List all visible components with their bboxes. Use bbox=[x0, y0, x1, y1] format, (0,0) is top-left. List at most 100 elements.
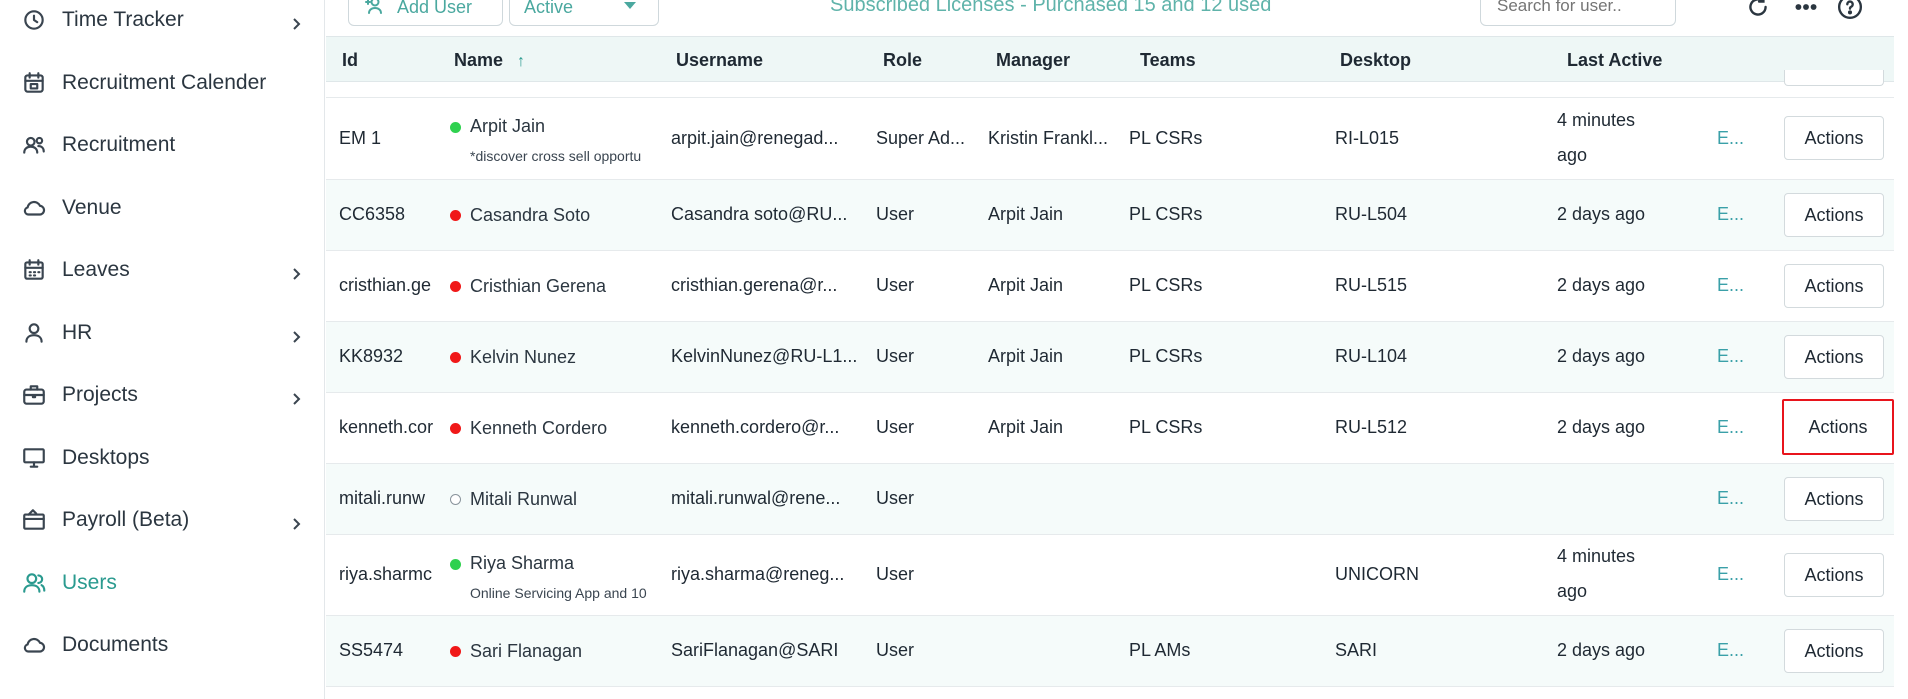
sidebar-item-venue[interactable]: Venue bbox=[0, 180, 325, 236]
add-user-button[interactable]: Add User bbox=[348, 0, 503, 26]
status-offline-icon bbox=[450, 210, 461, 221]
table-row[interactable]: KK8932 Kelvin Nunez KelvinNunez@RU-L1...… bbox=[326, 322, 1894, 393]
calendar-icon bbox=[20, 69, 48, 97]
cell-username: arpit.jain@renegad... bbox=[671, 128, 839, 148]
cell-desktop: SARI bbox=[1335, 640, 1378, 660]
sidebar-item-label: Recruitment Calender bbox=[62, 71, 267, 94]
user-name: Cristhian Gerena bbox=[470, 276, 607, 296]
cell-id: kenneth.cor bbox=[339, 417, 434, 437]
table-header: Id Name ↑ Username Role Manager Teams Des… bbox=[326, 36, 1894, 82]
column-header-id[interactable]: Id bbox=[342, 37, 358, 83]
sidebar-item-payroll[interactable]: Payroll (Beta) bbox=[0, 492, 325, 548]
cell-desktop: RU-L512 bbox=[1335, 417, 1408, 437]
caret-down-icon bbox=[624, 2, 636, 9]
actions-button[interactable]: Actions bbox=[1784, 193, 1884, 237]
actions-button[interactable]: Actions bbox=[1782, 399, 1894, 455]
sidebar-item-time-tracker[interactable]: Time Tracker bbox=[0, 0, 325, 48]
user-name: Sari Flanagan bbox=[470, 641, 583, 661]
table-row[interactable]: EM 1 Arpit Jain *discover cross sell opp… bbox=[326, 98, 1894, 180]
column-header-last-active[interactable]: Last Active bbox=[1567, 37, 1662, 83]
licenses-summary: Subscribed Licenses - Purchased 15 and 1… bbox=[830, 0, 1272, 16]
actions-button[interactable]: Actions bbox=[1784, 477, 1884, 521]
users-icon bbox=[20, 569, 48, 597]
cell-desktop: UNICORN bbox=[1335, 564, 1419, 584]
table-row[interactable]: cristhian.ge Cristhian Gerena cristhian.… bbox=[326, 251, 1894, 322]
cell-username: riya.sharma@reneg... bbox=[671, 564, 845, 584]
edit-link[interactable]: E... bbox=[1717, 417, 1744, 438]
cell-username: Casandra soto@RU... bbox=[671, 204, 848, 224]
column-header-teams[interactable]: Teams bbox=[1140, 37, 1196, 83]
edit-link[interactable]: E... bbox=[1717, 564, 1744, 585]
table-row-partial bbox=[326, 70, 1894, 98]
edit-link[interactable]: E... bbox=[1717, 346, 1744, 367]
sidebar-item-desktops[interactable]: Desktops bbox=[0, 430, 325, 486]
edit-link[interactable]: E... bbox=[1717, 204, 1744, 225]
sidebar-item-recruitment-calender[interactable]: Recruitment Calender bbox=[0, 55, 325, 111]
sidebar-item-hr[interactable]: HR bbox=[0, 305, 325, 361]
status-filter-select[interactable]: Active bbox=[509, 0, 659, 26]
actions-button[interactable]: Actions bbox=[1784, 116, 1884, 160]
sidebar-item-label: Time Tracker bbox=[62, 8, 184, 31]
edit-link[interactable]: E... bbox=[1717, 128, 1744, 149]
add-user-label: Add User bbox=[397, 0, 473, 17]
cell-desktop: RU-L104 bbox=[1335, 346, 1408, 366]
status-offline-icon bbox=[450, 352, 461, 363]
chevron-right-icon bbox=[289, 513, 303, 530]
user-note: Online Servicing App and 10 bbox=[470, 585, 647, 601]
cell-manager: Arpit Jain bbox=[988, 204, 1064, 224]
calendar-grid-icon bbox=[20, 256, 48, 284]
cell-desktop: RU-L515 bbox=[1335, 275, 1408, 295]
actions-button[interactable]: Actions bbox=[1784, 335, 1884, 379]
actions-button-partial[interactable] bbox=[1784, 70, 1884, 86]
table-row[interactable]: mitali.runw Mitali Runwal mitali.runwal@… bbox=[326, 464, 1894, 535]
column-header-manager[interactable]: Manager bbox=[996, 37, 1070, 83]
cell-role: Super Ad... bbox=[876, 128, 966, 148]
edit-link[interactable]: E... bbox=[1717, 275, 1744, 296]
status-filter-value: Active bbox=[524, 0, 574, 17]
column-header-username[interactable]: Username bbox=[676, 37, 763, 83]
column-header-name[interactable]: Name ↑ bbox=[454, 37, 525, 83]
table-row[interactable]: kenneth.cor Kenneth Cordero kenneth.cord… bbox=[326, 393, 1894, 464]
sidebar-item-documents[interactable]: Documents bbox=[0, 617, 325, 673]
cell-id: mitali.runw bbox=[339, 488, 426, 508]
briefcase-icon bbox=[20, 381, 48, 409]
more-options-icon[interactable] bbox=[1791, 0, 1821, 22]
sidebar-item-label: Payroll (Beta) bbox=[62, 508, 190, 531]
cell-role: User bbox=[876, 564, 915, 584]
edit-link[interactable]: E... bbox=[1717, 640, 1744, 661]
actions-button[interactable]: Actions bbox=[1784, 553, 1884, 597]
actions-button[interactable]: Actions bbox=[1784, 629, 1884, 673]
sidebar-item-projects[interactable]: Projects bbox=[0, 367, 325, 423]
sidebar: Time Tracker Recruitment Calender Recrui… bbox=[0, 0, 325, 699]
cell-last-active: 2 days ago bbox=[1557, 640, 1646, 660]
sidebar-item-leaves[interactable]: Leaves bbox=[0, 242, 325, 298]
sort-ascending-icon[interactable]: ↑ bbox=[517, 39, 525, 85]
table-row[interactable]: SS5474 Sari Flanagan SariFlanagan@SARI U… bbox=[326, 616, 1894, 687]
sidebar-item-label: Desktops bbox=[62, 446, 150, 469]
table-scrollbar-track[interactable] bbox=[1894, 36, 1908, 699]
cell-teams: PL AMs bbox=[1129, 640, 1191, 660]
refresh-icon[interactable] bbox=[1743, 0, 1773, 22]
column-header-name-label: Name bbox=[454, 50, 504, 70]
cell-last-active: 2 days ago bbox=[1557, 346, 1646, 366]
table-row[interactable]: riya.sharmc Riya Sharma Online Servicing… bbox=[326, 535, 1894, 616]
cell-manager: Arpit Jain bbox=[988, 417, 1064, 437]
actions-button[interactable]: Actions bbox=[1784, 264, 1884, 308]
user-name: Kenneth Cordero bbox=[470, 418, 608, 438]
sidebar-item-recruitment[interactable]: Recruitment bbox=[0, 117, 325, 173]
table-row[interactable]: CC6358 Casandra Soto Casandra soto@RU...… bbox=[326, 180, 1894, 251]
help-icon[interactable] bbox=[1835, 0, 1865, 22]
cell-teams: PL CSRs bbox=[1129, 275, 1203, 295]
chevron-right-icon bbox=[289, 263, 303, 280]
column-header-role[interactable]: Role bbox=[883, 37, 922, 83]
sidebar-item-users[interactable]: Users bbox=[0, 555, 325, 611]
search-input[interactable] bbox=[1480, 0, 1676, 26]
chevron-right-icon bbox=[289, 326, 303, 343]
column-header-desktop[interactable]: Desktop bbox=[1340, 37, 1411, 83]
edit-link[interactable]: E... bbox=[1717, 488, 1744, 509]
cell-id: KK8932 bbox=[339, 346, 404, 366]
cell-username: kenneth.cordero@r... bbox=[671, 417, 840, 437]
cell-role: User bbox=[876, 346, 915, 366]
status-offline-icon bbox=[450, 646, 461, 657]
status-online-icon bbox=[450, 122, 461, 133]
